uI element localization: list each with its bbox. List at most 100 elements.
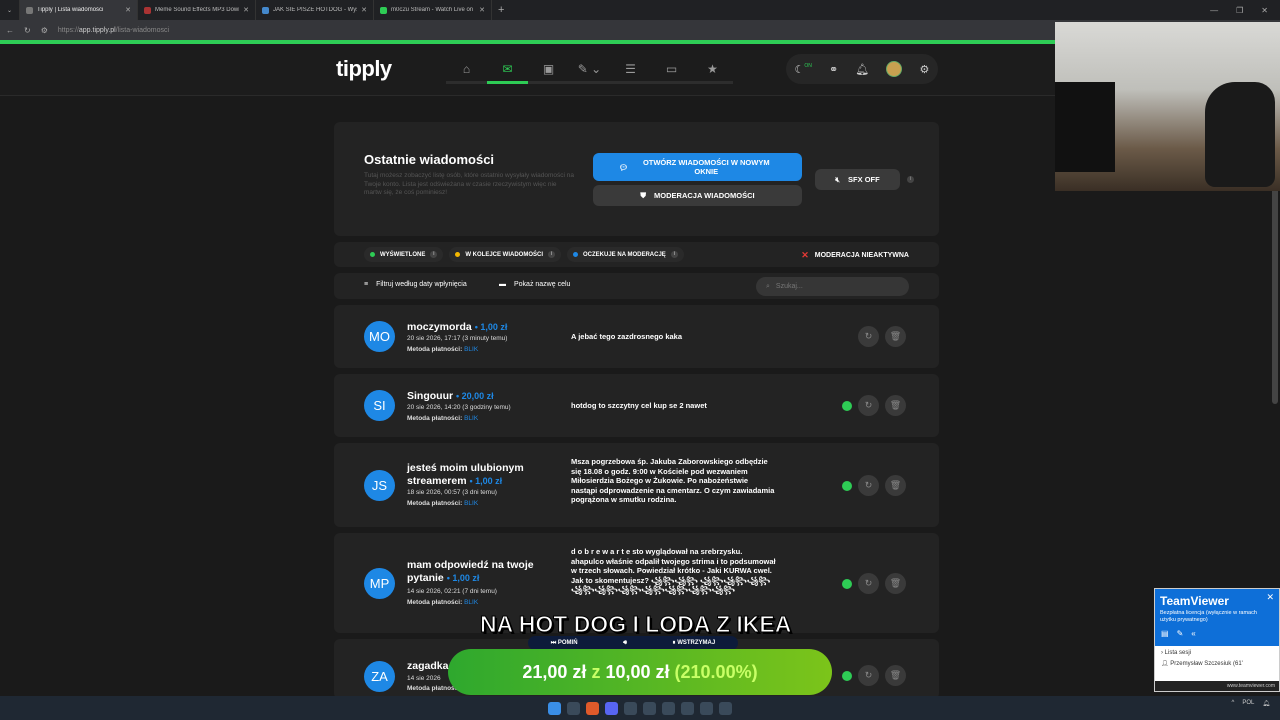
status-displayed-label: WYŚWIETLONE bbox=[380, 251, 426, 258]
sfx-toggle-button[interactable]: 🔇︎ SFX OFF bbox=[815, 169, 900, 190]
collapse-icon[interactable]: « bbox=[1191, 629, 1195, 638]
donor-name-text: moczymorda bbox=[407, 321, 472, 333]
close-icon[interactable]: ✕ bbox=[125, 6, 131, 14]
filter-bar: ≡ Filtruj według daty wpłynięcia ▬ Pokaż n… bbox=[334, 273, 939, 299]
gear-icon[interactable]: ⚙ bbox=[920, 63, 930, 76]
brave-icon[interactable] bbox=[586, 701, 599, 715]
steam-icon[interactable] bbox=[662, 701, 675, 715]
close-icon[interactable]: ✕ bbox=[479, 6, 485, 14]
main-nav: ⌂ ✉ ▣ ✎ ⌄ ☰ ▭ ★ bbox=[446, 56, 733, 84]
discord-icon[interactable] bbox=[605, 701, 618, 715]
browser-tab-search[interactable]: JAK SIE PISZE HOTDOG - Wyszukaj ✕ bbox=[256, 0, 374, 20]
nav-home[interactable]: ⌂ bbox=[446, 56, 487, 84]
replay-button[interactable]: ↻ bbox=[858, 475, 879, 496]
url-field[interactable]: https://app.tipply.pl/lista-wiadomosci bbox=[58, 27, 169, 34]
filter-by-date-button[interactable]: ≡ Filtruj według daty wpłynięcia bbox=[364, 281, 467, 288]
nav-favorites[interactable]: ★ bbox=[692, 56, 733, 84]
nav-messages[interactable]: ✉ bbox=[487, 56, 528, 84]
app-icon[interactable] bbox=[624, 701, 637, 715]
link-icon[interactable]: ⚭ bbox=[829, 63, 838, 76]
replay-icon: ↻ bbox=[864, 331, 873, 341]
info-icon[interactable]: i bbox=[907, 176, 914, 183]
donation-date: 20 sie 2026, 14:20 (3 godziny temu) bbox=[407, 404, 511, 411]
lang-indicator[interactable]: POL bbox=[1242, 700, 1254, 707]
tipply-logo[interactable]: tipply bbox=[336, 56, 392, 82]
card-icon: ▬ bbox=[499, 281, 506, 288]
delete-button[interactable]: 🗑︎ bbox=[885, 395, 906, 416]
nav-window[interactable]: ▭ bbox=[651, 56, 692, 84]
list-item: MO moczymorda • 1,00 zł 20 sie 2026, 17:… bbox=[334, 305, 939, 368]
close-icon[interactable]: ✕ bbox=[243, 6, 249, 14]
minimize-icon[interactable]: — bbox=[1210, 6, 1218, 15]
tools-icon[interactable]: ✎ bbox=[1177, 629, 1184, 638]
dark-mode-toggle[interactable]: ☾ON bbox=[795, 63, 812, 76]
site-info-icon[interactable]: ⚙ bbox=[41, 26, 48, 35]
edge-icon[interactable] bbox=[567, 701, 580, 715]
epic-icon[interactable] bbox=[643, 701, 656, 715]
obs-icon[interactable] bbox=[700, 701, 713, 715]
search-favicon-icon bbox=[262, 6, 269, 14]
donation-date: 14 sie 2026, 02:21 (7 dni temu) bbox=[407, 588, 497, 595]
status-displayed: WYŚWIETLONE i bbox=[364, 247, 444, 262]
browser-tab-tipply[interactable]: Tipply | Lista wiadomości ✕ bbox=[20, 0, 138, 20]
app-icon[interactable] bbox=[719, 701, 732, 715]
open-messages-window-button[interactable]: 💬︎ OTWÓRZ WIADOMOŚCI W NOWYM OKNIE bbox=[593, 153, 802, 181]
payment-method: Metoda płatności: BLIK bbox=[407, 415, 478, 422]
nav-layers[interactable]: ☰ bbox=[610, 56, 651, 84]
status-badge bbox=[842, 579, 852, 589]
browser-tab-meme[interactable]: Meme Sound Effects MP3 Downlo ✕ bbox=[138, 0, 256, 20]
donor-name: jesteś moim ulubionym streamerem • 1,00 … bbox=[407, 462, 557, 487]
teamviewer-session-list[interactable]: › Lista sesji bbox=[1155, 646, 1279, 660]
nav-wallet[interactable]: ▣ bbox=[528, 56, 569, 84]
close-icon[interactable]: ✕ bbox=[361, 6, 367, 14]
close-window-icon[interactable]: ✕ bbox=[1261, 6, 1268, 15]
windows-start-icon[interactable] bbox=[548, 701, 561, 715]
avatar[interactable] bbox=[886, 61, 903, 77]
replay-button[interactable]: ↻ bbox=[858, 395, 879, 416]
message-text: hotdog to szczytny cel kup se 2 nawet bbox=[571, 401, 707, 410]
back-icon[interactable]: ← bbox=[6, 26, 14, 35]
trash-icon: 🗑︎ bbox=[889, 480, 902, 490]
restore-icon[interactable]: ❐ bbox=[1236, 6, 1243, 15]
notification-icon[interactable]: 🔔︎ bbox=[1262, 700, 1270, 707]
message-moderation-button[interactable]: ⛊ MODERACJA WIADOMOŚCI bbox=[593, 185, 802, 206]
replay-button[interactable]: ↻ bbox=[858, 665, 879, 686]
home-icon: ⌂ bbox=[462, 61, 471, 76]
search-input[interactable]: ⌕ Szukaj... bbox=[756, 277, 909, 296]
bell-icon[interactable]: 🔔︎ bbox=[855, 63, 869, 76]
dark-mode-status: ON bbox=[804, 62, 812, 69]
status-legend-bar: WYŚWIETLONE i W KOLEJCE WIADOMOŚCI i OCZEK… bbox=[334, 242, 939, 267]
pause-button[interactable]: ⏸ WSTRZYMAJ bbox=[673, 640, 716, 647]
info-icon[interactable]: i bbox=[548, 251, 556, 258]
yellow-dot-icon bbox=[455, 252, 461, 257]
info-icon[interactable]: i bbox=[430, 251, 438, 258]
skip-button[interactable]: ⏭ POMIŃ bbox=[551, 640, 578, 647]
copy-icon[interactable]: ▤ bbox=[1161, 629, 1169, 638]
app-icon[interactable] bbox=[681, 701, 694, 715]
shield-icon: ⛊ bbox=[640, 190, 647, 200]
teamviewer-actions: ▤ ✎ « bbox=[1161, 629, 1196, 638]
nav-edit[interactable]: ✎ ⌄ bbox=[569, 56, 610, 84]
replay-button[interactable]: ↻ bbox=[858, 326, 879, 347]
browser-tab-kick[interactable]: m0c2u Stream - Watch Live on Ki ✕ bbox=[374, 0, 492, 20]
tab-title: Tipply | Lista wiadomości bbox=[37, 7, 104, 13]
delete-button[interactable]: 🗑︎ bbox=[885, 326, 906, 347]
blue-dot-icon bbox=[573, 252, 579, 257]
show-goal-name-toggle[interactable]: ▬ Pokaż nazwę celu bbox=[499, 281, 570, 288]
delete-button[interactable]: 🗑︎ bbox=[885, 665, 906, 686]
info-icon[interactable]: i bbox=[670, 251, 678, 258]
tab-menu[interactable]: ⌄ bbox=[0, 0, 20, 20]
amount-value: 1,00 zł bbox=[452, 572, 480, 583]
tray-chevron-icon[interactable]: ^ bbox=[1232, 700, 1235, 707]
goal-percent: (210.00%) bbox=[674, 661, 758, 682]
replay-button[interactable]: ↻ bbox=[858, 573, 879, 594]
close-icon[interactable]: ✕ bbox=[1266, 592, 1274, 603]
teamviewer-session-user[interactable]: 👤︎ Przemysław Szczesiuk (61' bbox=[1155, 660, 1279, 671]
new-tab-button[interactable]: + bbox=[492, 4, 510, 16]
delete-button[interactable]: 🗑︎ bbox=[885, 475, 906, 496]
delete-button[interactable]: 🗑︎ bbox=[885, 573, 906, 594]
volume-icon[interactable]: 🔊︎ bbox=[623, 640, 627, 647]
reload-icon[interactable]: ↻ bbox=[24, 26, 31, 35]
donation-date: 14 sie 2026 bbox=[407, 675, 441, 682]
donation-amount: • 1,00 zł bbox=[474, 322, 508, 332]
